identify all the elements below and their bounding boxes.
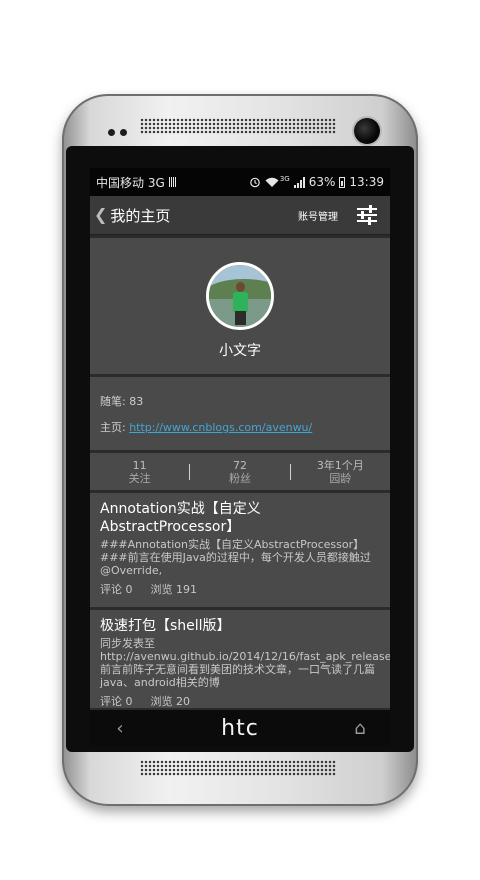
post-item[interactable]: Annotation实战【自定义AbstractProcessor】 ###An… <box>90 493 390 607</box>
homepage-label: 主页: <box>100 421 130 434</box>
stat-label: 园龄 <box>329 471 352 485</box>
content: 小文字 随笔: 83 主页: http://www.cnblogs.com/av… <box>90 235 390 708</box>
battery-icon <box>339 176 346 188</box>
username: 小文字 <box>219 343 261 359</box>
stat-label: 粉丝 <box>228 471 251 485</box>
stat-value: 72 <box>232 458 247 472</box>
carrier-label: 中国移动 3G <box>96 175 165 190</box>
bottom-speaker <box>140 760 336 776</box>
post-views: 浏览 191 <box>150 583 198 596</box>
account-management-button[interactable]: 账号管理 <box>298 208 338 223</box>
htc-logo: htc <box>221 715 259 741</box>
sim-icon <box>168 177 177 187</box>
signal-type-label: 3G <box>279 175 290 183</box>
clock: 13:39 <box>349 175 384 189</box>
post-excerpt: 同步发表至 http://avenwu.github.io/2014/12/16… <box>100 637 390 689</box>
back-key-icon[interactable]: ‹ <box>90 718 150 739</box>
profile-card: 小文字 <box>90 238 390 374</box>
chevron-left-icon: ❮ <box>94 205 108 224</box>
hardware-nav-bar: ‹ htc ⌂ <box>90 710 390 746</box>
post-comments: 评论 0 <box>100 583 133 596</box>
stat-value: 11 <box>132 458 147 472</box>
post-meta: 评论 0 浏览 20 <box>100 693 380 709</box>
post-comments: 评论 0 <box>100 695 133 708</box>
alarm-icon <box>250 177 260 188</box>
avatar[interactable] <box>206 262 274 330</box>
status-bar: 中国移动 3G 3G 63% 13:39 <box>90 168 390 196</box>
wifi-icon <box>265 177 279 187</box>
post-meta: 评论 0 浏览 191 <box>100 581 380 597</box>
essay-count: 随笔: 83 <box>100 395 144 408</box>
stat-following[interactable]: 11 关注 <box>90 459 189 485</box>
back-button[interactable]: ❮ 我的主页 <box>90 205 298 226</box>
stat-followers[interactable]: 72 粉丝 <box>190 459 289 485</box>
post-item[interactable]: 极速打包【shell版】 同步发表至 http://avenwu.github.… <box>90 610 390 708</box>
post-title: Annotation实战【自定义AbstractProcessor】 <box>100 501 261 535</box>
light-sensor <box>120 129 127 136</box>
post-excerpt: ###Annotation实战【自定义AbstractProcessor】###… <box>100 538 371 577</box>
homepage-link[interactable]: http://www.cnblogs.com/avenwu/ <box>129 421 312 434</box>
action-bar: ❮ 我的主页 账号管理 <box>90 196 390 235</box>
post-title: 极速打包【shell版】 <box>100 618 231 634</box>
signal-icon <box>293 176 305 188</box>
battery-percent: 63% <box>308 175 336 189</box>
front-camera <box>354 118 380 144</box>
filter-settings-icon[interactable] <box>356 205 378 225</box>
stat-value: 3年1个月 <box>316 458 364 472</box>
page-title: 我的主页 <box>110 206 171 225</box>
screen: 中国移动 3G 3G 63% 13:39 ❮ 我的主页 账号管理 小文字 随笔:… <box>90 168 390 710</box>
info-card: 随笔: 83 主页: http://www.cnblogs.com/avenwu… <box>90 377 390 450</box>
proximity-sensor <box>108 129 115 136</box>
home-key-icon[interactable]: ⌂ <box>330 718 390 739</box>
earpiece-speaker <box>140 118 336 134</box>
stat-label: 关注 <box>128 471 151 485</box>
stat-age: 3年1个月 园龄 <box>291 459 390 485</box>
homepage-row: 主页: http://www.cnblogs.com/avenwu/ <box>100 419 390 445</box>
stats-card: 11 关注 72 粉丝 3年1个月 园龄 <box>90 453 390 490</box>
post-views: 浏览 20 <box>150 695 191 708</box>
